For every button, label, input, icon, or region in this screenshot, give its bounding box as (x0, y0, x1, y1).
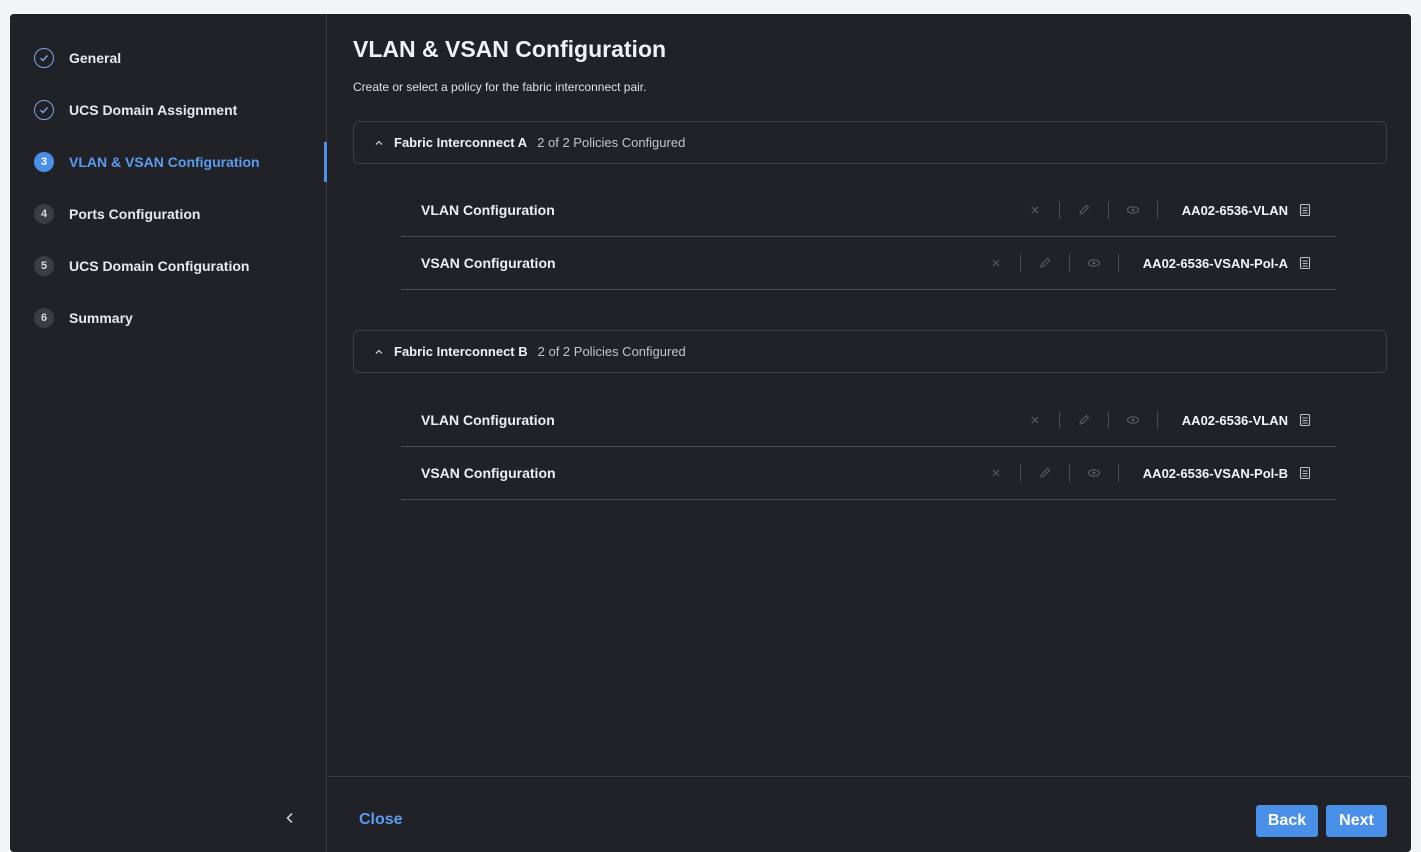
page-subtitle: Create or select a policy for the fabric… (353, 80, 647, 94)
chevron-up-icon (374, 136, 394, 150)
policy-row-label: VLAN Configuration (421, 412, 555, 428)
copy-icon[interactable] (1298, 466, 1312, 480)
divider (1107, 411, 1109, 429)
clear-icon[interactable] (1023, 408, 1047, 432)
policy-actions: AA02-6536-VSAN-Pol-A (984, 251, 1312, 275)
step-ports-configuration[interactable]: 4 Ports Configuration (34, 202, 200, 226)
clear-icon[interactable] (1023, 198, 1047, 222)
edit-icon[interactable] (1072, 198, 1096, 222)
step-label: VLAN & VSAN Configuration (69, 154, 260, 170)
step-number: 3 (34, 152, 54, 172)
step-label: Ports Configuration (69, 206, 201, 222)
divider (1117, 254, 1119, 272)
policy-name: AA02-6536-VLAN (1181, 412, 1288, 428)
step-summary[interactable]: 6 Summary (34, 306, 133, 330)
edit-icon[interactable] (1033, 251, 1057, 275)
section-fabric-interconnect-b[interactable]: Fabric Interconnect B 2 of 2 Policies Co… (353, 330, 1387, 373)
active-step-indicator (324, 142, 327, 182)
view-icon[interactable] (1121, 408, 1145, 432)
policy-name: AA02-6536-VLAN (1181, 202, 1288, 218)
view-icon[interactable] (1121, 198, 1145, 222)
step-vlan-vsan-configuration[interactable]: 3 VLAN & VSAN Configuration (34, 150, 260, 174)
page-title: VLAN & VSAN Configuration (353, 36, 667, 62)
policy-actions: AA02-6536-VLAN (1023, 198, 1312, 222)
divider (1156, 201, 1158, 219)
clear-icon[interactable] (984, 251, 1008, 275)
main-content: VLAN & VSAN Configuration Create or sele… (328, 14, 1411, 852)
view-icon[interactable] (1082, 461, 1106, 485)
wizard-window: General UCS Domain Assignment 3 VLAN & V… (10, 14, 1411, 852)
check-circle-icon (34, 48, 54, 68)
step-label: Summary (69, 310, 133, 326)
edit-icon[interactable] (1072, 408, 1096, 432)
section-status: 2 of 2 Policies Configured (537, 135, 686, 150)
divider (1068, 464, 1070, 482)
check-circle-icon (34, 100, 54, 120)
policy-actions: AA02-6536-VSAN-Pol-B (984, 461, 1312, 485)
divider (1058, 201, 1060, 219)
divider (1107, 201, 1109, 219)
copy-icon[interactable] (1298, 203, 1312, 217)
chevron-up-icon (374, 345, 394, 359)
section-fabric-interconnect-a[interactable]: Fabric Interconnect A 2 of 2 Policies Co… (353, 121, 1387, 164)
policy-row-label: VLAN Configuration (421, 202, 555, 218)
step-ucs-domain-configuration[interactable]: 5 UCS Domain Configuration (34, 254, 249, 278)
section-title: Fabric Interconnect A (394, 135, 528, 150)
divider (1068, 254, 1070, 272)
policy-name: AA02-6536-VSAN-Pol-A (1142, 255, 1288, 271)
step-general[interactable]: General (34, 46, 121, 70)
step-ucs-domain-assignment[interactable]: UCS Domain Assignment (34, 98, 237, 122)
step-label: UCS Domain Assignment (69, 102, 238, 118)
policy-row-vsan-a: VSAN Configuration AA02-6536-VSAN-Pol-A (401, 237, 1336, 290)
divider (1019, 464, 1021, 482)
divider (1156, 411, 1158, 429)
policy-row-vlan-b: VLAN Configuration AA02-6536-VLAN (401, 394, 1336, 447)
back-button[interactable]: Back (1256, 805, 1318, 837)
section-status: 2 of 2 Policies Configured (537, 344, 686, 359)
step-number: 4 (34, 204, 54, 224)
edit-icon[interactable] (1033, 461, 1057, 485)
policy-actions: AA02-6536-VLAN (1023, 408, 1312, 432)
divider (1058, 411, 1060, 429)
chevron-left-icon[interactable] (280, 808, 300, 828)
close-button[interactable]: Close (359, 811, 403, 829)
clear-icon[interactable] (984, 461, 1008, 485)
policy-row-vlan-a: VLAN Configuration AA02-6536-VLAN (401, 184, 1336, 237)
next-button[interactable]: Next (1326, 805, 1387, 837)
step-label: UCS Domain Configuration (69, 258, 250, 274)
wizard-footer: Close Back Next (328, 776, 1411, 852)
view-icon[interactable] (1082, 251, 1106, 275)
copy-icon[interactable] (1298, 413, 1312, 427)
policy-row-label: VSAN Configuration (421, 465, 556, 481)
divider (1117, 464, 1119, 482)
policy-row-label: VSAN Configuration (421, 255, 556, 271)
copy-icon[interactable] (1298, 256, 1312, 270)
section-title: Fabric Interconnect B (394, 344, 528, 359)
step-number: 6 (34, 308, 54, 328)
policy-row-vsan-b: VSAN Configuration AA02-6536-VSAN-Pol-B (401, 447, 1336, 500)
step-number: 5 (34, 256, 54, 276)
divider (1019, 254, 1021, 272)
wizard-steps-sidebar: General UCS Domain Assignment 3 VLAN & V… (10, 14, 327, 852)
policy-name: AA02-6536-VSAN-Pol-B (1142, 465, 1288, 481)
step-label: General (69, 50, 122, 66)
